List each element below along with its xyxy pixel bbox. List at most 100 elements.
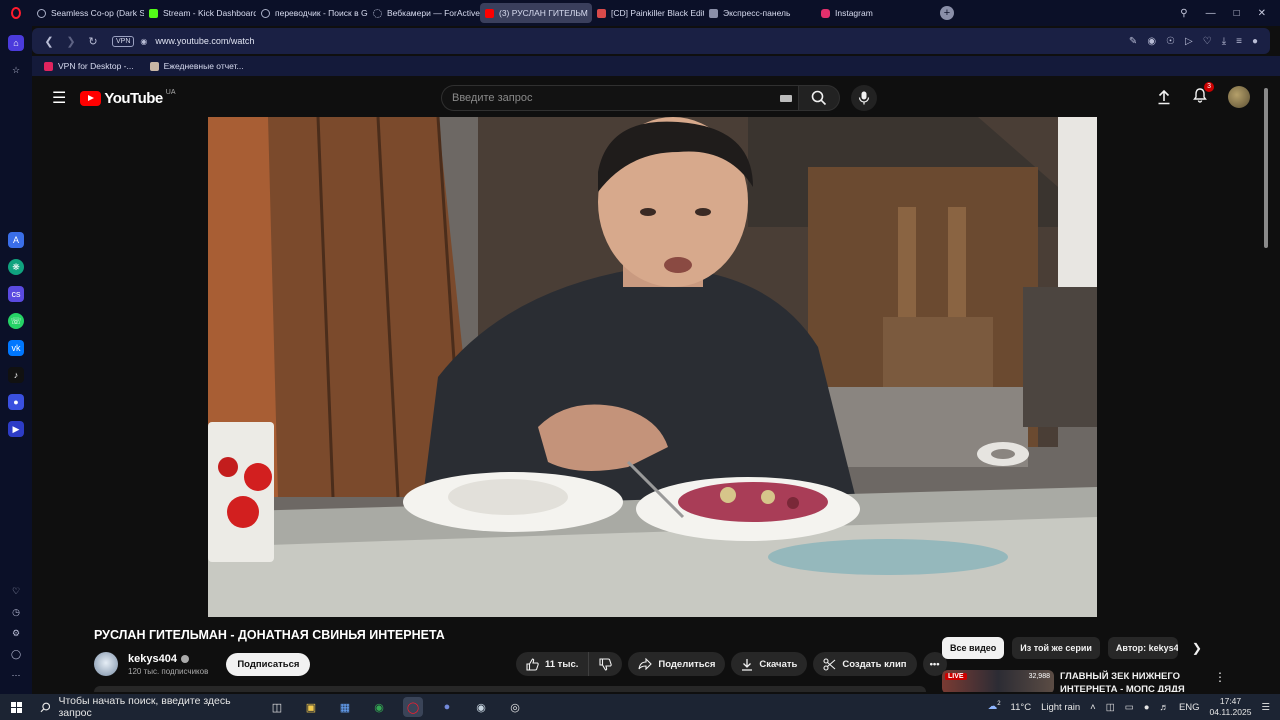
channel-avatar[interactable] — [94, 652, 118, 676]
messenger-icon[interactable]: ● — [8, 394, 24, 410]
notifications-button[interactable]: 3 — [1192, 81, 1214, 108]
star-icon[interactable]: ☆ — [8, 62, 24, 78]
upload-icon[interactable] — [1156, 89, 1172, 105]
microphone-icon[interactable]: ● — [1144, 702, 1150, 713]
weather-temp[interactable]: 11°C — [1011, 702, 1032, 713]
filter-chip-all[interactable]: Все видео — [942, 637, 1005, 659]
vk-icon[interactable]: vk — [8, 340, 24, 356]
history-icon[interactable]: ◷ — [8, 604, 24, 620]
vpn-badge[interactable]: VPN — [112, 35, 135, 47]
obs-icon[interactable]: ◎ — [505, 697, 525, 717]
file-explorer-icon[interactable]: ▣ — [301, 697, 321, 717]
keyboard-icon[interactable] — [780, 95, 792, 102]
share-button[interactable]: Поделиться — [628, 652, 726, 676]
more-icon[interactable]: ⋯ — [8, 667, 24, 683]
chatgpt-icon[interactable]: ❋ — [8, 259, 24, 275]
chevron-up-icon[interactable]: ˄ — [1090, 702, 1096, 713]
camera-icon[interactable]: ◉ — [1147, 36, 1156, 47]
discord-icon[interactable]: ● — [437, 697, 457, 717]
forward-icon[interactable]: ❯ — [60, 35, 82, 48]
tab-translator-search[interactable]: переводчик - Поиск в Go — [256, 3, 368, 23]
taskbar-search[interactable]: Чтобы начать поиск, введите здесь запрос — [32, 695, 257, 719]
url-field[interactable]: www.youtube.com/watch — [155, 36, 254, 46]
chevron-right-icon[interactable]: ❯ — [1192, 641, 1202, 655]
hamburger-menu-icon[interactable]: ☰ — [52, 88, 66, 108]
channel-name[interactable]: kekys404 — [128, 653, 177, 665]
description-box[interactable] — [94, 686, 926, 692]
maximize-icon[interactable]: □ — [1234, 8, 1240, 19]
cs-icon[interactable]: cs — [8, 286, 24, 302]
heart-icon[interactable]: ♡ — [8, 583, 24, 599]
share-label: Поделиться — [658, 658, 716, 670]
tab-label: Вебкамери — ForActive — [387, 8, 480, 18]
video-player[interactable] — [208, 117, 1097, 617]
tab-seamless-coop[interactable]: Seamless Co-op (Dark So — [32, 3, 144, 23]
steam-icon[interactable]: ◉ — [471, 697, 491, 717]
menu-icon[interactable]: ≡ — [1236, 36, 1242, 47]
recommended-title[interactable]: ГЛАВНЫЙ ЗЕК НИЖНЕГО ИНТЕРНЕТА - МОПС ДЯД… — [1060, 670, 1210, 692]
search-button[interactable] — [798, 85, 840, 111]
favorite-icon[interactable]: ♡ — [1203, 36, 1212, 47]
send-icon[interactable]: ▷ — [1185, 36, 1193, 47]
search-input[interactable] — [452, 92, 772, 104]
edit-icon[interactable]: ✎ — [1129, 36, 1137, 47]
tab-search-icon[interactable]: ⚲ — [1180, 8, 1187, 19]
bookmark-vpn[interactable]: VPN for Desktop -... — [44, 61, 134, 71]
weather-cloud-icon[interactable]: ☁2 — [988, 701, 1001, 712]
close-icon[interactable]: ✕ — [1258, 8, 1266, 19]
download-button[interactable]: Скачать — [731, 652, 808, 676]
filter-chip-series[interactable]: Из той же серии — [1012, 637, 1100, 659]
tiktok-icon[interactable]: ♪ — [8, 367, 24, 383]
youtube-logo[interactable]: YouTube UA — [80, 89, 176, 107]
chrome-icon[interactable]: ◉ — [369, 697, 389, 717]
opera-logo-icon[interactable] — [0, 0, 32, 26]
minimize-icon[interactable]: — — [1206, 8, 1216, 19]
create-clip-button[interactable]: Создать клип — [813, 652, 917, 676]
tab-webcams[interactable]: Вебкамери — ForActive — [368, 3, 480, 23]
new-tab-button[interactable]: + — [940, 6, 954, 20]
clock[interactable]: 17:47 04.11.2025 — [1210, 696, 1252, 718]
weather-desc[interactable]: Light rain — [1041, 702, 1080, 713]
shield-icon[interactable]: ☉ — [1166, 36, 1175, 47]
subscribe-button[interactable]: Подписаться — [226, 652, 311, 676]
tab-instagram[interactable]: Instagram — [816, 3, 928, 23]
voice-search-button[interactable] — [851, 85, 877, 111]
recommended-thumbnail[interactable]: LIVE 32,988 — [942, 670, 1054, 692]
microphone-icon — [858, 91, 870, 105]
tab-favicon — [37, 8, 46, 18]
tab-youtube-active[interactable]: (3) РУСЛАН ГИТЕЛЬМ — [480, 3, 592, 23]
lock-icon[interactable]: ◉ — [140, 37, 147, 46]
tab-painkiller[interactable]: [CD] Painkiller Black Editio — [592, 3, 704, 23]
opera-icon[interactable]: ◯ — [403, 697, 423, 717]
filter-chip-author[interactable]: Автор: kekys40 — [1107, 637, 1178, 659]
bookmark-daily-reports[interactable]: Ежедневные отчет... — [149, 61, 244, 71]
back-icon[interactable]: ❮ — [38, 35, 60, 48]
recommended-video[interactable]: LIVE 32,988 ГЛАВНЫЙ ЗЕК НИЖНЕГО ИНТЕРНЕТ… — [942, 670, 1252, 692]
settings-icon[interactable]: ⚙ — [8, 625, 24, 641]
aria-icon[interactable]: A — [8, 232, 24, 248]
display-icon[interactable]: ▭ — [1125, 702, 1134, 713]
download-icon[interactable]: ⤓ — [1222, 36, 1226, 47]
tab-favicon — [261, 8, 270, 18]
reload-icon[interactable]: ↻ — [82, 35, 104, 48]
store-icon[interactable]: ▦ — [335, 697, 355, 717]
volume-icon[interactable]: ♬ — [1159, 702, 1169, 713]
account-avatar[interactable] — [1228, 86, 1250, 108]
start-button[interactable] — [0, 701, 32, 713]
home-icon[interactable]: ⌂ — [8, 35, 24, 51]
notification-center-icon[interactable]: ☰ — [1261, 702, 1270, 713]
tab-kick-dashboard[interactable]: Stream - Kick Dashboard — [144, 3, 256, 23]
page-scrollbar[interactable] — [1264, 88, 1268, 248]
language-indicator[interactable]: ENG — [1179, 702, 1200, 713]
lightbulb-icon[interactable]: ◯ — [8, 646, 24, 662]
network-icon[interactable]: ◫ — [1106, 702, 1115, 713]
tab-speed-dial[interactable]: Экспресс-панель — [704, 3, 816, 23]
whatsapp-icon[interactable]: ☏ — [8, 313, 24, 329]
more-vertical-icon[interactable]: ⋮ — [1214, 670, 1226, 692]
profile-icon[interactable]: ● — [1252, 36, 1258, 47]
task-view-icon[interactable]: ◫ — [267, 697, 287, 717]
like-button[interactable]: 11 тыс. — [516, 652, 590, 676]
channel-name-row[interactable]: kekys404 — [128, 653, 208, 665]
dislike-button[interactable] — [589, 652, 623, 676]
player-icon[interactable]: ▶ — [8, 421, 24, 437]
